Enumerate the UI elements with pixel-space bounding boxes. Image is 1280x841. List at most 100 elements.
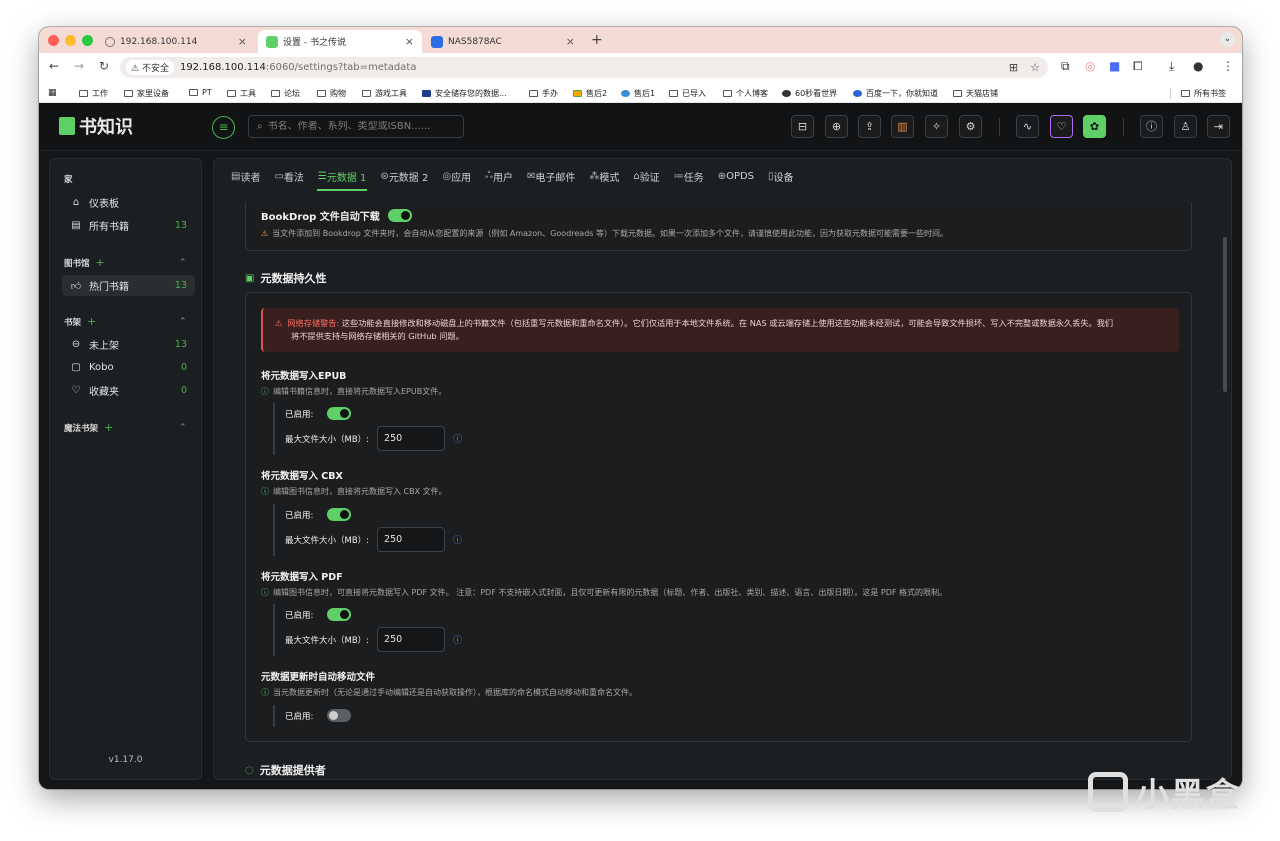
tab-tasks[interactable]: ≔ 任务 bbox=[667, 159, 711, 193]
tab-authentication[interactable]: ⌂ 验证 bbox=[626, 159, 666, 193]
section-label: 书架 bbox=[64, 317, 82, 328]
settings-gear-icon[interactable]: ⚙ bbox=[959, 115, 982, 138]
tab-search-icon[interactable]: ⌄ bbox=[1220, 32, 1235, 47]
avatar[interactable]: ● bbox=[1193, 59, 1203, 73]
persistence-card: ⚠ 网络存储警告: 这些功能会直接修改和移动磁盘上的书籍文件（包括重写元数据和重命… bbox=[245, 292, 1192, 742]
add-magic-shelf-plus-icon[interactable]: + bbox=[104, 421, 113, 434]
info-icon[interactable]: ⓘ bbox=[1140, 115, 1163, 138]
sidebar-item-unshelved[interactable]: ⊖ 未上架 13 bbox=[62, 334, 195, 355]
sidebar-item-favorites[interactable]: ♡ 收藏夹 0 bbox=[62, 380, 195, 401]
save-disk-icon: ▣ bbox=[245, 272, 255, 284]
maximize-window-button[interactable] bbox=[82, 35, 93, 46]
activity-pulse-icon[interactable]: ∿ bbox=[1016, 115, 1039, 138]
tab-metadata-1[interactable]: ☰ 元数据 1 bbox=[311, 159, 374, 193]
forward-icon[interactable]: → bbox=[74, 59, 84, 73]
browser-tab-3[interactable]: NAS5878AC × bbox=[423, 30, 583, 53]
all-bookmarks-folder[interactable]: 所有书签 bbox=[1170, 88, 1226, 99]
stats-chart-icon[interactable]: ▥ bbox=[891, 115, 914, 138]
pdf-enabled-toggle[interactable] bbox=[327, 608, 352, 621]
tab-users[interactable]: ஃ 用户 bbox=[478, 159, 520, 193]
magic-sparkle-icon[interactable]: ✧ bbox=[925, 115, 948, 138]
apps-grid-icon[interactable]: ▦ bbox=[48, 88, 57, 98]
extension-icon[interactable]: ⧉ bbox=[1061, 59, 1070, 74]
bookmark-star-icon[interactable]: ☆ bbox=[1030, 61, 1040, 74]
info-icon[interactable]: ⓘ bbox=[453, 533, 462, 546]
bookdrop-toggle[interactable] bbox=[387, 209, 412, 222]
epub-max-size-input[interactable] bbox=[377, 426, 446, 451]
translate-icon[interactable]: ⊞ bbox=[1009, 61, 1018, 74]
sidebar-item-popular-books[interactable]: 👍︎ 热门书籍 13 bbox=[62, 275, 195, 296]
enabled-label: 已启用: bbox=[285, 510, 314, 521]
bookmark-folder[interactable]: 游戏工具 bbox=[362, 88, 407, 99]
tab-opds[interactable]: ⊕ OPDS bbox=[711, 159, 761, 193]
close-tab-icon[interactable]: × bbox=[238, 35, 247, 48]
info-icon[interactable]: ⓘ bbox=[453, 633, 462, 646]
tab-reader[interactable]: ▤ 读者 bbox=[224, 159, 267, 193]
close-window-button[interactable] bbox=[48, 35, 59, 46]
security-badge[interactable]: ⚠ 不安全 bbox=[126, 60, 174, 75]
tab-view[interactable]: ▭ 看法 bbox=[267, 159, 310, 193]
tab-application[interactable]: ◎ 应用 bbox=[435, 159, 478, 193]
bookmark-folder[interactable]: 购物 bbox=[317, 88, 346, 99]
download-icon[interactable]: ⤓ bbox=[1169, 59, 1174, 74]
extensions-puzzle-icon[interactable]: ⧠ bbox=[1133, 59, 1143, 74]
add-shelf-plus-icon[interactable]: + bbox=[87, 315, 96, 328]
bookmark-folder[interactable]: 天猫店铺 bbox=[953, 88, 998, 99]
favorites-heart-icon[interactable]: ♡ bbox=[1050, 115, 1073, 138]
add-library-plus-icon[interactable]: + bbox=[96, 256, 105, 269]
sidebar-item-kobo[interactable]: ▢ Kobo 0 bbox=[62, 357, 195, 378]
address-bar[interactable]: ⚠ 不安全 192.168.100.114:6060/settings?tab=… bbox=[120, 57, 1048, 78]
automove-enabled-toggle[interactable] bbox=[327, 709, 352, 722]
bookmark-link[interactable]: 60秒看世界 bbox=[782, 88, 837, 99]
bookmark-folder[interactable]: 工作 bbox=[79, 88, 108, 99]
extension-icon[interactable]: ■ bbox=[1109, 59, 1120, 73]
info-icon[interactable]: ⓘ bbox=[453, 432, 462, 445]
chevron-up-icon[interactable]: ⌃ bbox=[179, 317, 187, 327]
more-menu-icon[interactable]: ⋮ bbox=[1222, 59, 1234, 73]
app-logo[interactable]: 书知识 bbox=[59, 113, 133, 139]
bookmark-link[interactable]: 安全储存您的数据... bbox=[422, 88, 507, 99]
back-icon[interactable]: ← bbox=[49, 59, 59, 73]
search-input[interactable] bbox=[267, 121, 448, 132]
epub-enabled-toggle[interactable] bbox=[327, 407, 352, 420]
warning-label: 网络存储警告: bbox=[287, 318, 340, 328]
close-tab-icon[interactable]: × bbox=[566, 35, 575, 48]
browser-tab-1[interactable]: 192.168.100.114 × bbox=[97, 30, 255, 53]
sidebar-item-dashboard[interactable]: ⌂ 仪表板 bbox=[62, 192, 195, 213]
reload-icon[interactable]: ↻ bbox=[99, 59, 109, 73]
tab-devices[interactable]: ▯ 设备 bbox=[761, 159, 801, 193]
bookmark-link[interactable]: 百度一下，你就知道 bbox=[853, 88, 938, 99]
chevron-up-icon[interactable]: ⌃ bbox=[179, 258, 187, 268]
bookmark-folder[interactable]: 工具 bbox=[227, 88, 256, 99]
theme-palette-icon[interactable]: ✿ bbox=[1083, 115, 1106, 138]
bookdrop-inbox-icon[interactable]: ⊟ bbox=[791, 115, 814, 138]
cbx-enabled-toggle[interactable] bbox=[327, 508, 352, 521]
chevron-up-icon[interactable]: ⌃ bbox=[179, 423, 187, 433]
sidebar-item-all-books[interactable]: ▤ 所有书籍 13 bbox=[62, 215, 195, 236]
add-library-icon[interactable]: ⊕ bbox=[825, 115, 848, 138]
pdf-max-size-input[interactable] bbox=[377, 627, 446, 652]
tab-metadata-2[interactable]: ⊜ 元数据 2 bbox=[373, 159, 435, 193]
extension-icon[interactable]: ◎ bbox=[1085, 59, 1095, 73]
upload-icon[interactable]: ⇪ bbox=[858, 115, 881, 138]
cbx-max-size-input[interactable] bbox=[377, 527, 446, 552]
search-box[interactable]: ⌕ bbox=[248, 115, 464, 138]
bookmark-folder[interactable]: 家里设备 bbox=[124, 88, 169, 99]
bookmark-link[interactable]: 售后1 bbox=[621, 88, 655, 99]
bookmark-folder[interactable]: 论坛 bbox=[271, 88, 300, 99]
bookmark-link[interactable]: 售后2 bbox=[573, 88, 607, 99]
tab-patterns[interactable]: ⁂ 模式 bbox=[582, 159, 626, 193]
bookmark-folder[interactable]: 已导入 bbox=[669, 88, 706, 99]
tab-email[interactable]: ✉ 电子邮件 bbox=[520, 159, 582, 193]
new-tab-icon[interactable]: + bbox=[591, 32, 603, 48]
bookmark-folder[interactable]: 个人博客 bbox=[723, 88, 768, 99]
close-tab-icon[interactable]: × bbox=[405, 35, 414, 48]
logout-icon[interactable]: ⇥ bbox=[1207, 115, 1230, 138]
user-profile-icon[interactable]: ♙ bbox=[1174, 115, 1197, 138]
bookmark-folder[interactable]: 手办 bbox=[529, 88, 558, 99]
content-scrollbar[interactable] bbox=[1223, 237, 1227, 392]
bookmark-folder[interactable]: PT bbox=[189, 88, 212, 97]
browser-tab-2[interactable]: 设置 - 书之传说 × bbox=[258, 30, 422, 53]
sidebar-toggle-button[interactable]: ≡ bbox=[212, 116, 235, 139]
minimize-window-button[interactable] bbox=[65, 35, 76, 46]
